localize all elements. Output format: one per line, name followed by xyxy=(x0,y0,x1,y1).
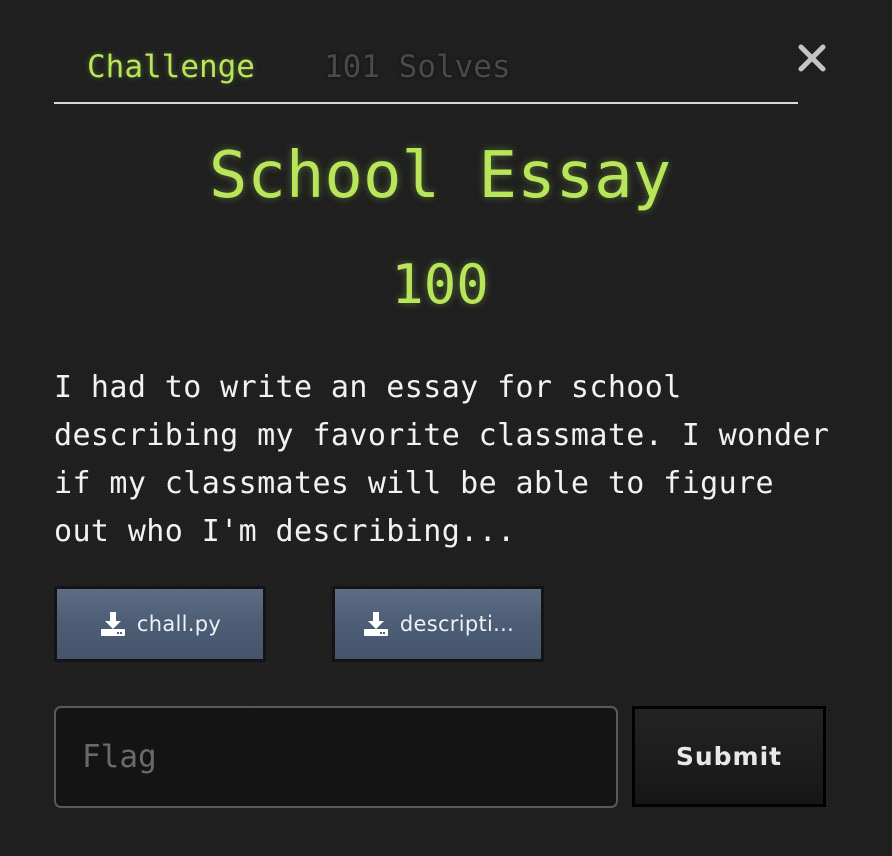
challenge-title: School Essay xyxy=(208,139,672,213)
flag-input[interactable] xyxy=(54,706,618,808)
file-download-button-description[interactable]: descripti... xyxy=(332,586,544,662)
close-icon xyxy=(798,44,826,72)
file-label: descripti... xyxy=(399,612,515,636)
tab-bar: Challenge 101 Solves xyxy=(54,40,798,104)
challenge-points: 100 xyxy=(391,253,489,316)
challenge-description: I had to write an essay for school descr… xyxy=(54,370,830,549)
file-label: chall.py xyxy=(136,612,222,636)
submit-button[interactable]: Submit xyxy=(632,706,826,807)
close-button[interactable] xyxy=(796,42,828,74)
file-download-button-chall-py[interactable]: chall.py xyxy=(54,586,266,662)
tab-solves[interactable]: 101 Solves xyxy=(324,49,511,85)
download-icon xyxy=(100,612,125,636)
tab-challenge[interactable]: Challenge xyxy=(87,49,255,85)
download-icon xyxy=(363,612,388,636)
